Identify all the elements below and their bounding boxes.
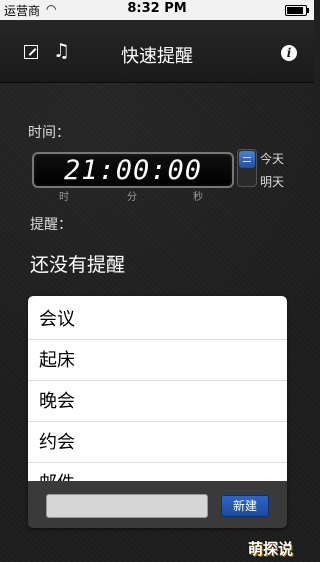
day-toggle[interactable] xyxy=(237,149,257,187)
preset-panel: 会议 起床 晚会 约会 邮件 新建 xyxy=(28,296,287,528)
preset-list[interactable]: 会议 起床 晚会 约会 邮件 xyxy=(28,296,287,481)
new-button[interactable]: 新建 xyxy=(221,495,269,517)
new-reminder-input[interactable] xyxy=(46,494,208,518)
minute-unit-label: 分 xyxy=(127,192,137,203)
second-unit-label: 秒 xyxy=(193,192,203,203)
status-time: 8:32 PM xyxy=(127,1,187,16)
day-option-today[interactable]: 今天 xyxy=(260,150,284,167)
list-item[interactable]: 会议 xyxy=(28,299,287,340)
time-picker-display[interactable]: 21:00:00 xyxy=(32,152,234,188)
list-item[interactable]: 约会 xyxy=(28,422,287,463)
day-toggle-knob[interactable] xyxy=(239,151,255,168)
status-bar: 运营商 ◠ 8:32 PM xyxy=(0,0,314,20)
clock-digits: 21:00:00 xyxy=(63,155,203,186)
list-item[interactable]: 邮件 xyxy=(28,463,287,481)
day-option-tomorrow[interactable]: 明天 xyxy=(260,173,284,190)
remind-value: 还没有提醒 xyxy=(30,254,126,276)
watermark: 萌探说 xyxy=(248,540,294,558)
list-item[interactable]: 起床 xyxy=(28,340,287,381)
info-icon[interactable]: i xyxy=(281,45,297,61)
list-item[interactable]: 晚会 xyxy=(28,381,287,422)
hour-unit-label: 时 xyxy=(59,192,69,203)
time-label: 时间： xyxy=(28,125,70,141)
navigation-bar: ♫ 快速提醒 i xyxy=(0,20,314,83)
remind-label: 提醒： xyxy=(30,217,72,233)
page-title: 快速提醒 xyxy=(121,46,193,67)
battery-icon xyxy=(285,5,309,16)
